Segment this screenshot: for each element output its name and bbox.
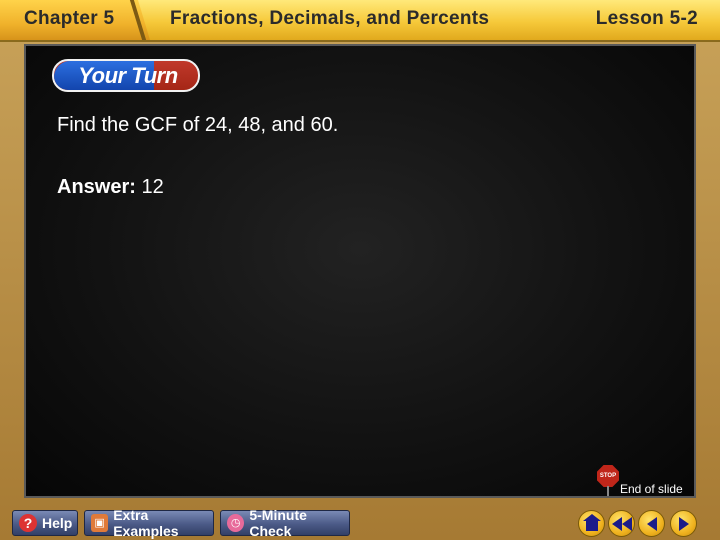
badge-label: Your Turn bbox=[78, 63, 178, 88]
clock-icon: ◷ bbox=[227, 514, 245, 532]
rewind-icon bbox=[611, 516, 632, 531]
five-minute-check-label: 5-Minute Check bbox=[249, 507, 307, 539]
end-of-slide-label: End of slide bbox=[620, 482, 683, 496]
stop-sign-pole bbox=[607, 486, 609, 496]
question-icon: ? bbox=[19, 514, 37, 532]
five-minute-check-button[interactable]: ◷ 5-Minute Check bbox=[220, 507, 350, 539]
content-panel bbox=[24, 44, 696, 498]
next-icon bbox=[678, 516, 689, 531]
extra-examples-button[interactable]: ▣ Extra Examples bbox=[84, 507, 214, 539]
answer-label: Answer: bbox=[57, 176, 136, 198]
previous-button[interactable] bbox=[638, 510, 665, 537]
chapter-title: Fractions, Decimals, and Percents bbox=[170, 8, 490, 29]
chapter-label: Chapter 5 bbox=[24, 8, 115, 29]
examples-icon: ▣ bbox=[91, 514, 109, 532]
help-button[interactable]: ? Help bbox=[12, 510, 78, 536]
home-button[interactable] bbox=[578, 510, 605, 537]
home-icon bbox=[582, 513, 601, 531]
header-bar: Chapter 5 Fractions, Decimals, and Perce… bbox=[0, 0, 720, 42]
your-turn-badge: Your Turn bbox=[52, 59, 200, 92]
answer-line: Answer: 12 bbox=[57, 176, 164, 199]
previous-icon bbox=[646, 516, 657, 531]
question-text: Find the GCF of 24, 48, and 60. bbox=[57, 114, 339, 136]
help-button-label: Help bbox=[42, 515, 73, 531]
lesson-label: Lesson 5-2 bbox=[595, 8, 698, 29]
rewind-button[interactable] bbox=[608, 510, 635, 537]
extra-examples-label: Extra Examples bbox=[113, 507, 179, 539]
answer-value: 12 bbox=[141, 176, 164, 198]
next-button[interactable] bbox=[670, 510, 697, 537]
